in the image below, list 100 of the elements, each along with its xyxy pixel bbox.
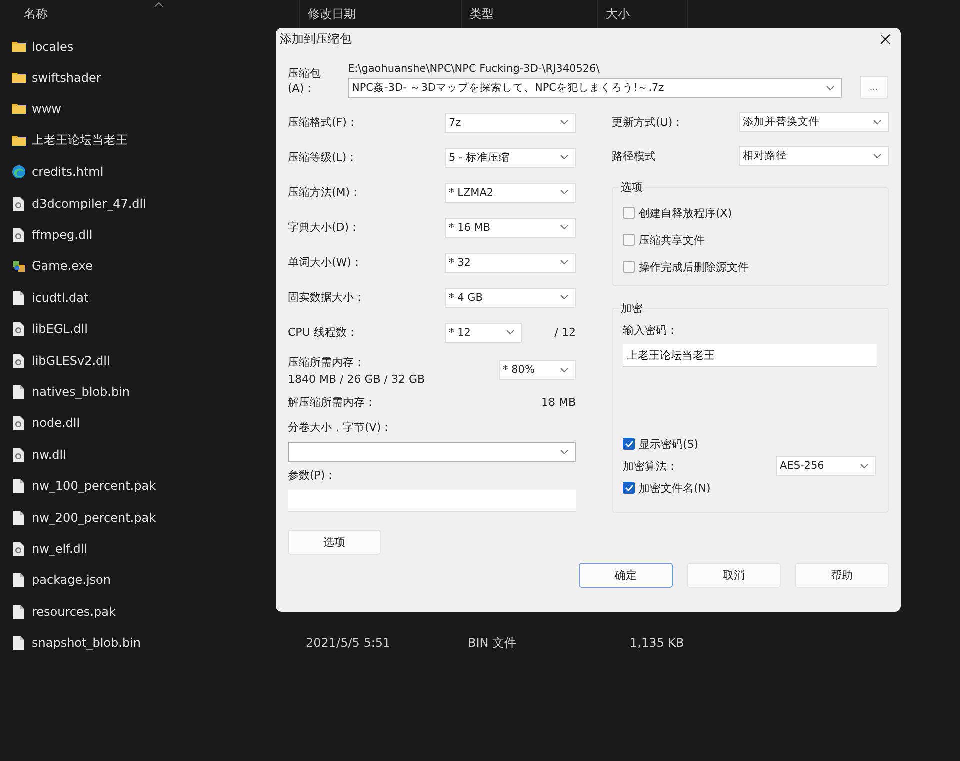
file-name[interactable]: nw_elf.dll — [32, 542, 88, 556]
file-name[interactable]: d3dcompiler_47.dll — [32, 196, 146, 211]
file-name[interactable]: ffmpeg.dll — [32, 228, 93, 242]
document-gear-icon — [12, 354, 26, 368]
field-label: CPU 线程数： — [288, 325, 359, 340]
chevron-down-icon — [560, 119, 569, 126]
folder-icon — [12, 71, 26, 86]
sort-up-icon — [154, 2, 164, 8]
file-name[interactable]: Game.exe — [32, 259, 93, 274]
field-label: 参数(P)： — [288, 468, 338, 483]
checkbox[interactable] — [623, 261, 635, 273]
memory-text: 1840 MB / 26 GB / 32 GB — [288, 372, 426, 386]
document-gear-icon — [12, 196, 26, 211]
file-name[interactable]: nw_100_percent.pak — [32, 479, 156, 494]
modified-date: 2021/5/5 5:51 — [306, 636, 391, 650]
chevron-down-icon — [873, 118, 882, 126]
file-name[interactable]: locales — [32, 40, 74, 54]
file-name[interactable]: libEGL.dll — [32, 322, 88, 336]
dialog-button[interactable]: 帮助 — [795, 563, 889, 588]
dropdown[interactable]: * 16 MB — [445, 218, 576, 238]
folder-icon — [12, 134, 26, 148]
field-label: 固实数据大小： — [288, 290, 366, 305]
chevron-down-icon — [560, 154, 569, 161]
checkbox[interactable] — [623, 207, 635, 219]
checkbox-label: 创建自释放程序(X) — [639, 206, 732, 220]
file-name[interactable]: nw.dll — [32, 448, 66, 462]
chevron-down-icon — [506, 329, 515, 336]
browse-button[interactable]: ... — [860, 76, 888, 99]
dialog-button[interactable]: 确定 — [579, 563, 673, 588]
document-icon — [12, 290, 26, 305]
document-icon — [12, 636, 26, 650]
checkbox-label: 加密文件名(N) — [639, 480, 711, 496]
chevron-down-icon — [560, 224, 569, 231]
file-name[interactable]: 上老王论坛当老王 — [32, 132, 128, 150]
value-text: / 12 — [554, 326, 576, 339]
dropdown[interactable] — [288, 442, 576, 462]
field-label: 压缩方法(M)： — [288, 185, 362, 200]
checkbox-label: 操作完成后删除源文件 — [639, 260, 749, 274]
chevron-down-icon — [873, 152, 882, 160]
field-label: 分卷大小，字节(V)： — [288, 420, 394, 435]
field-label: 压缩所需内存： — [288, 354, 366, 370]
field-label: 字典大小(D)： — [288, 220, 362, 235]
checkbox-label: 压缩共享文件 — [639, 232, 705, 248]
colorful-app-icon — [12, 259, 26, 274]
dropdown[interactable]: * 4 GB — [445, 288, 576, 308]
dropdown[interactable]: * 12 — [445, 322, 522, 342]
dropdown[interactable]: 7z — [445, 112, 576, 132]
checkbox[interactable] — [623, 438, 635, 450]
password-field[interactable]: 上老王论坛当老王 — [623, 344, 877, 367]
document-gear-icon — [12, 542, 26, 556]
chevron-down-icon — [860, 462, 869, 470]
field-label: 输入密码： — [623, 323, 679, 338]
dropdown[interactable]: 添加并替换文件 — [739, 112, 889, 132]
document-icon — [12, 384, 26, 399]
dropdown[interactable]: * 80% — [499, 360, 576, 380]
options-button[interactable]: 选项 — [288, 530, 381, 555]
folder-icon — [12, 40, 26, 54]
file-name[interactable]: www — [32, 102, 62, 116]
file-name[interactable]: libGLESv2.dll — [32, 354, 110, 368]
chevron-down-icon — [560, 294, 569, 301]
dropdown[interactable]: * 32 — [445, 252, 576, 272]
document-icon — [12, 510, 26, 525]
close-button[interactable] — [878, 32, 893, 46]
file-size: 1,135 KB — [630, 636, 684, 650]
document-icon — [12, 573, 26, 588]
dropdown[interactable]: 5 - 标准压缩 — [445, 148, 576, 168]
file-name[interactable]: swiftshader — [32, 71, 102, 86]
chevron-down-icon — [560, 448, 569, 456]
file-name[interactable]: package.json — [32, 573, 112, 588]
file-name[interactable]: snapshot_blob.bin — [32, 636, 142, 650]
folder-icon — [12, 102, 26, 116]
file-name[interactable]: credits.html — [32, 165, 104, 180]
round-logo-icon — [12, 165, 26, 180]
document-gear-icon — [12, 228, 26, 242]
file-type: BIN 文件 — [468, 636, 517, 650]
checkbox[interactable] — [623, 234, 635, 246]
group-title: 加密 — [619, 301, 645, 316]
file-name[interactable]: node.dll — [32, 416, 80, 430]
input-field[interactable] — [288, 490, 576, 512]
dropdown[interactable]: AES-256 — [776, 456, 876, 476]
file-name[interactable]: natives_blob.bin — [32, 384, 130, 399]
file-name[interactable]: nw_200_percent.pak — [32, 510, 156, 525]
chevron-down-icon — [560, 259, 569, 266]
folder-path: E:\gaohuanshe\NPC\NPC Fucking-3D-\RJ340526\ — [348, 63, 601, 75]
document-gear-icon — [12, 416, 26, 430]
field-label: 路径模式 — [612, 148, 657, 164]
dropdown[interactable]: NPC姦-3D- ～3Dマップを探索して、NPCを犯しまくろう!～.7z — [348, 78, 842, 98]
dropdown[interactable]: * LZMA2 — [445, 182, 576, 202]
checkbox[interactable] — [623, 482, 635, 494]
file-name[interactable]: icudtl.dat — [32, 290, 89, 305]
dropdown[interactable]: 相对路径 — [739, 146, 889, 166]
field-label: 更新方式(U)： — [612, 114, 685, 130]
file-name[interactable]: resources.pak — [32, 604, 116, 619]
field-label: 解压缩所需内存： — [288, 394, 376, 410]
group-title: 选项 — [619, 180, 645, 195]
field-label: 单词大小(W)： — [288, 255, 364, 270]
dialog-button[interactable]: 取消 — [687, 563, 781, 588]
document-gear-icon — [12, 322, 26, 336]
field-label: 压缩格式(F)： — [288, 115, 359, 130]
window-title: 添加到压缩包 — [280, 30, 352, 48]
